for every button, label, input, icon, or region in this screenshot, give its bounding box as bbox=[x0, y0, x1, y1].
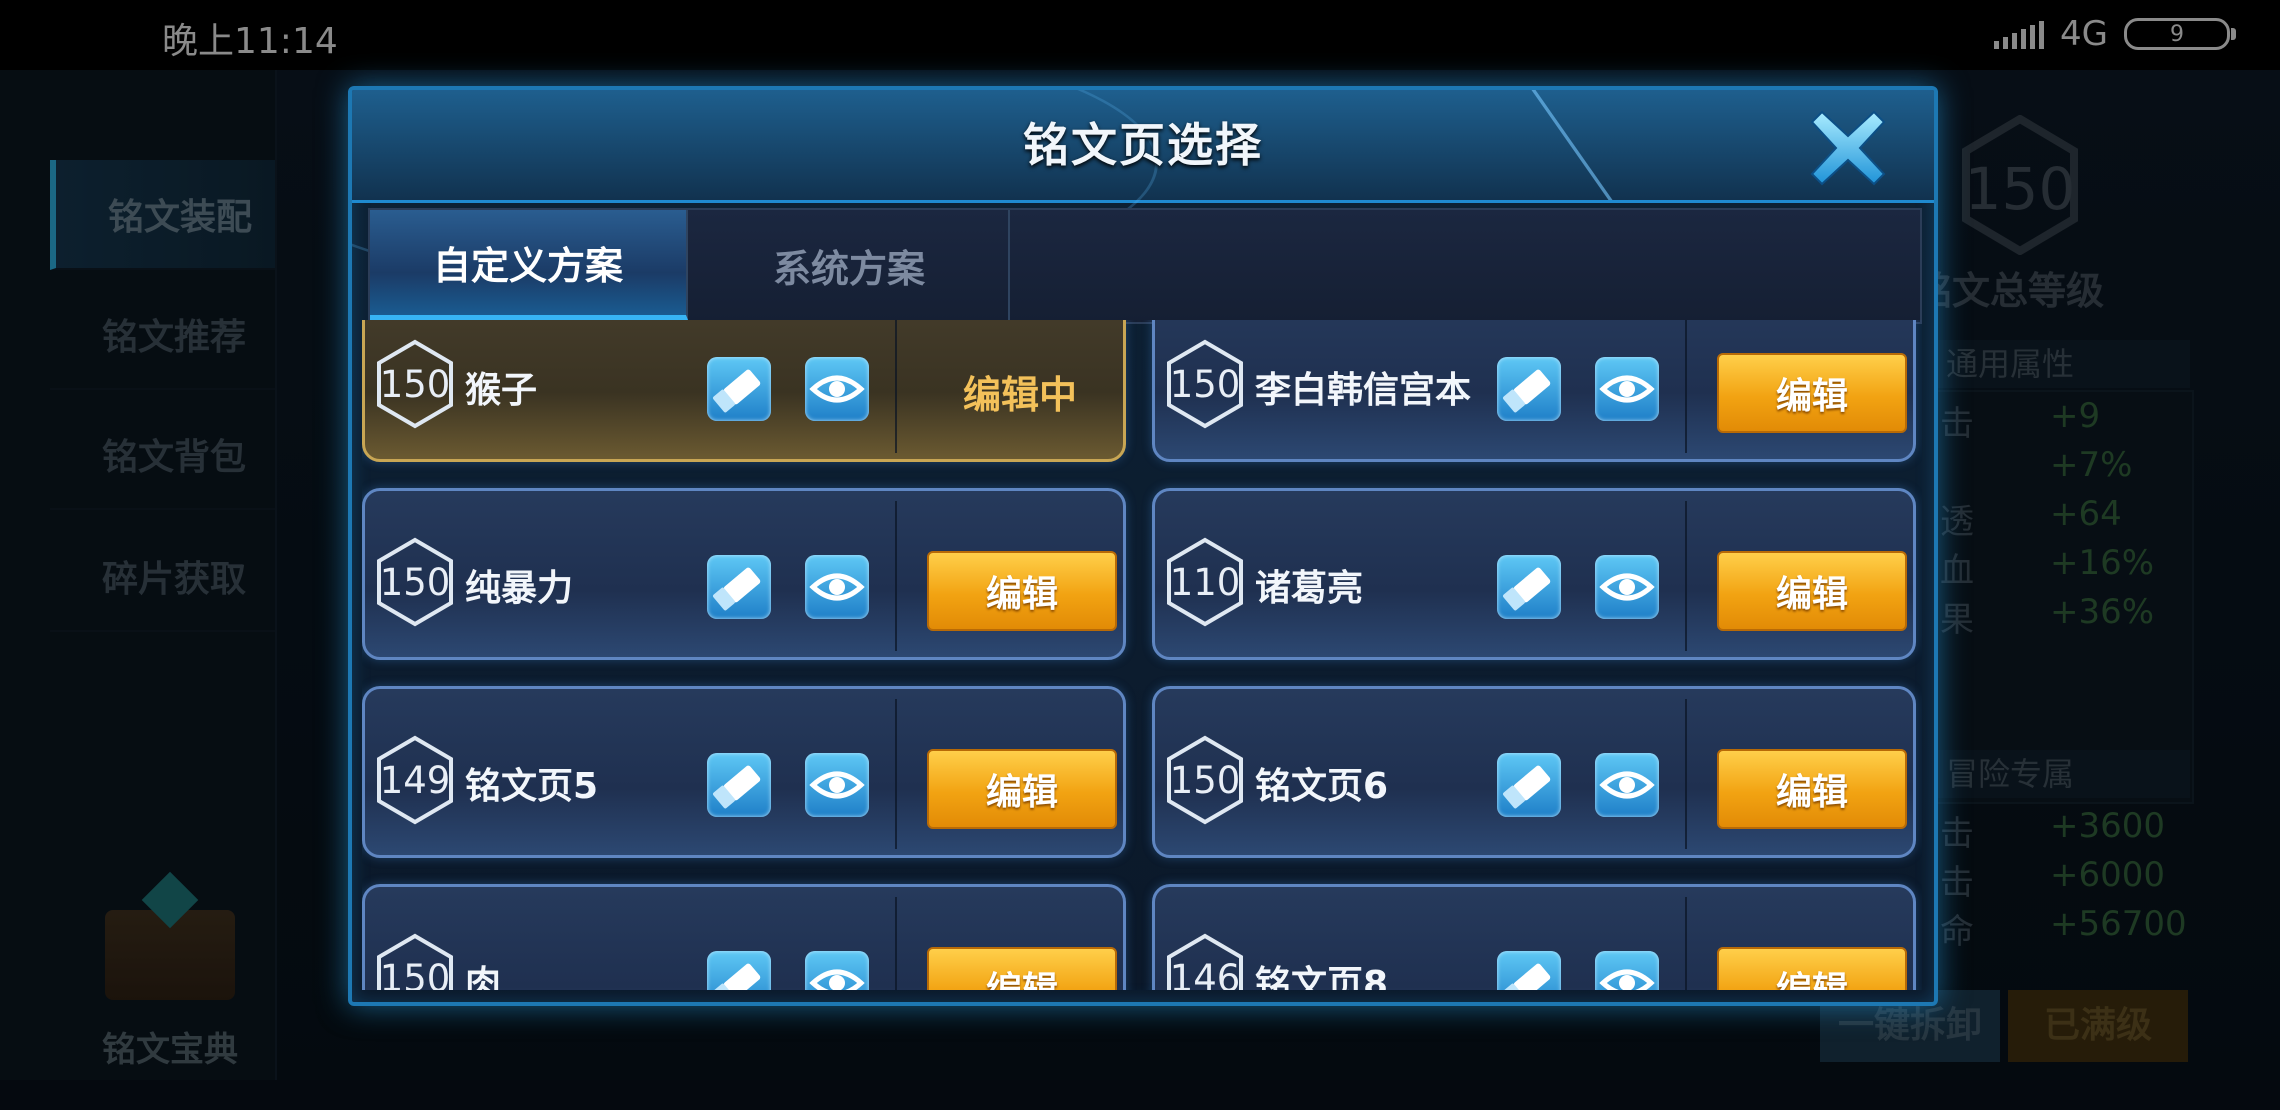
status-bar: 晚上11:14 4G 9 bbox=[0, 0, 2280, 70]
eye-icon bbox=[809, 969, 865, 990]
card-divider bbox=[1685, 320, 1687, 453]
edit-button[interactable]: 编辑 bbox=[927, 551, 1117, 631]
rune-page-level: 149 bbox=[379, 759, 451, 802]
scheme-tabs: 自定义方案 系统方案 bbox=[368, 208, 1922, 324]
rune-page-level: 150 bbox=[1169, 363, 1241, 406]
rename-button[interactable] bbox=[707, 951, 771, 990]
rune-page-level: 146 bbox=[1169, 957, 1241, 990]
rune-page-name: 肉 bbox=[465, 964, 502, 990]
rune-page-card[interactable]: 150 猴子 编辑中 bbox=[362, 320, 1126, 462]
card-divider bbox=[1685, 897, 1687, 990]
rename-button[interactable] bbox=[707, 357, 771, 421]
edit-button[interactable]: 编辑 bbox=[927, 947, 1117, 990]
rename-button[interactable] bbox=[1497, 951, 1561, 990]
preview-button[interactable] bbox=[1595, 357, 1659, 421]
rune-page-card[interactable]: 150 铭文页6 编辑 bbox=[1152, 686, 1916, 858]
rename-button[interactable] bbox=[707, 555, 771, 619]
preview-button[interactable] bbox=[805, 357, 869, 421]
pencil-eraser-icon bbox=[713, 963, 761, 990]
pencil-eraser-icon bbox=[1503, 567, 1551, 611]
edit-button[interactable]: 编辑 bbox=[927, 749, 1117, 829]
preview-button[interactable] bbox=[1595, 951, 1659, 990]
dialog-title: 铭文页选择 bbox=[1023, 118, 1263, 172]
rename-button[interactable] bbox=[1497, 357, 1561, 421]
tab-custom-scheme[interactable]: 自定义方案 bbox=[370, 210, 688, 320]
pencil-eraser-icon bbox=[1503, 369, 1551, 413]
rename-button[interactable] bbox=[1497, 555, 1561, 619]
eye-icon bbox=[1599, 375, 1655, 403]
edit-button[interactable]: 编辑 bbox=[1717, 353, 1907, 433]
eye-icon bbox=[1599, 969, 1655, 990]
card-divider bbox=[895, 501, 897, 651]
editing-status: 编辑中 bbox=[962, 372, 1077, 417]
preview-button[interactable] bbox=[805, 753, 869, 817]
card-divider bbox=[895, 897, 897, 990]
preview-button[interactable] bbox=[1595, 753, 1659, 817]
battery-level: 9 bbox=[2170, 21, 2184, 47]
card-divider bbox=[1685, 501, 1687, 651]
preview-button[interactable] bbox=[805, 555, 869, 619]
pencil-eraser-icon bbox=[713, 765, 761, 809]
rune-page-card[interactable]: 110 诸葛亮 编辑 bbox=[1152, 488, 1916, 660]
rune-page-select-dialog: 铭文页选择 自定义方案 系统方案 150 猴子 编辑中 150 李白韩信宫本 编… bbox=[348, 86, 1938, 1006]
rune-page-card[interactable]: 150 肉 编辑 bbox=[362, 884, 1126, 990]
status-indicators: 4G 9 bbox=[1994, 14, 2236, 54]
rune-page-level: 150 bbox=[1169, 759, 1241, 802]
edit-button[interactable]: 编辑 bbox=[1717, 749, 1907, 829]
rune-page-card[interactable]: 150 李白韩信宫本 编辑 bbox=[1152, 320, 1916, 462]
pencil-eraser-icon bbox=[1503, 963, 1551, 990]
battery-icon: 9 bbox=[2124, 18, 2236, 50]
eye-icon bbox=[1599, 771, 1655, 799]
signal-icon bbox=[1994, 19, 2045, 49]
eye-icon bbox=[809, 375, 865, 403]
card-divider bbox=[895, 699, 897, 849]
rune-page-list[interactable]: 150 猴子 编辑中 150 李白韩信宫本 编辑 150 纯暴力 编辑 110 … bbox=[362, 320, 1922, 990]
rune-page-name: 铭文页8 bbox=[1255, 964, 1389, 990]
rune-page-card[interactable]: 149 铭文页5 编辑 bbox=[362, 686, 1126, 858]
rune-page-level: 110 bbox=[1169, 561, 1241, 604]
rune-page-level: 150 bbox=[379, 363, 451, 406]
tab-system-scheme[interactable]: 系统方案 bbox=[690, 210, 1010, 320]
rune-page-name: 猴子 bbox=[465, 370, 538, 411]
rune-page-level: 150 bbox=[379, 561, 451, 604]
eye-icon bbox=[809, 573, 865, 601]
preview-button[interactable] bbox=[1595, 555, 1659, 619]
network-label: 4G bbox=[2060, 14, 2108, 54]
card-divider bbox=[1685, 699, 1687, 849]
eye-icon bbox=[1599, 573, 1655, 601]
pencil-eraser-icon bbox=[1503, 765, 1551, 809]
rune-page-card[interactable]: 150 纯暴力 编辑 bbox=[362, 488, 1126, 660]
card-divider bbox=[895, 320, 897, 453]
status-time: 晚上11:14 bbox=[162, 21, 338, 62]
rename-button[interactable] bbox=[707, 753, 771, 817]
pencil-eraser-icon bbox=[713, 369, 761, 413]
rune-page-name: 诸葛亮 bbox=[1255, 568, 1364, 609]
rename-button[interactable] bbox=[1497, 753, 1561, 817]
close-icon[interactable] bbox=[1808, 108, 1888, 188]
rune-page-name: 铭文页6 bbox=[1255, 766, 1389, 807]
pencil-eraser-icon bbox=[713, 567, 761, 611]
eye-icon bbox=[809, 771, 865, 799]
rune-page-name: 纯暴力 bbox=[465, 568, 574, 609]
rune-page-name: 李白韩信宫本 bbox=[1255, 370, 1472, 411]
rune-page-name: 铭文页5 bbox=[465, 766, 599, 807]
preview-button[interactable] bbox=[805, 951, 869, 990]
rune-page-level: 150 bbox=[379, 957, 451, 990]
edit-button[interactable]: 编辑 bbox=[1717, 551, 1907, 631]
rune-page-card[interactable]: 146 铭文页8 编辑 bbox=[1152, 884, 1916, 990]
edit-button[interactable]: 编辑 bbox=[1717, 947, 1907, 990]
